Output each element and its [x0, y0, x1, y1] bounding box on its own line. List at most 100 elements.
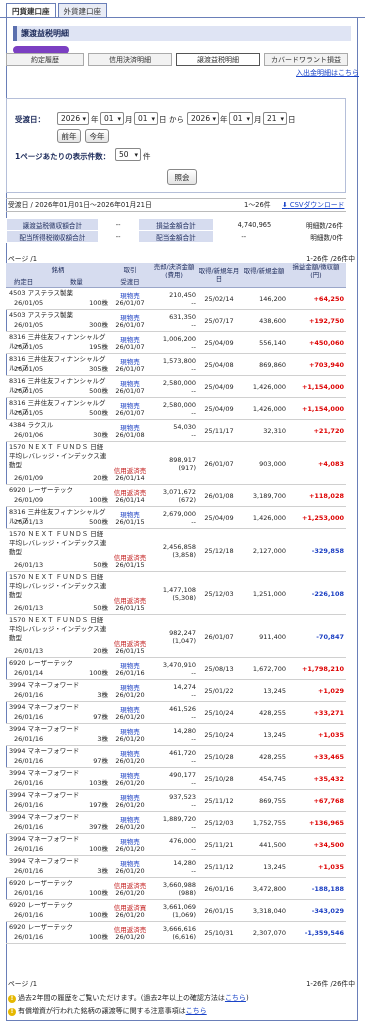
year-from-select[interactable]: 2026: [57, 112, 89, 125]
csv-download-link[interactable]: ⬇ CSVダウンロード: [282, 199, 344, 212]
delivery-date: 26/01/20: [115, 779, 145, 787]
acq-date: 26/01/16: [204, 885, 234, 893]
acq-amount: 1,251,000: [252, 589, 286, 598]
fee: --: [191, 321, 196, 329]
quantity: 97株: [93, 713, 108, 721]
cat-capital-gains-tax[interactable]: 譲渡益税明細: [176, 53, 260, 66]
table-row: 3994 マネーフォワード 26/01/16 97株 現物売 26/01/20 461,7…: [6, 746, 346, 768]
acq-date: 26/01/07: [204, 632, 234, 641]
delivery-date: 26/01/16: [115, 669, 145, 677]
per-page-select[interactable]: 50: [115, 148, 141, 161]
unit: 月: [125, 115, 133, 124]
profit-loss: -70,847: [316, 632, 344, 641]
trade-date: 26/01/14: [14, 669, 44, 677]
day-to-select[interactable]: 21: [263, 112, 287, 125]
quantity: 100株: [89, 845, 108, 853]
sell-amount: 3,661,069: [162, 903, 196, 911]
search-button[interactable]: 照会: [167, 169, 197, 185]
tab-foreign-account[interactable]: 外貨建口座: [57, 3, 107, 17]
stock-name[interactable]: 1570 ＮＥＸＴ ＦＵＮＤＳ 日経平均レバレッジ・インデックス連動型: [9, 616, 109, 642]
acq-amount: 428,255: [259, 753, 286, 761]
trade-date: 26/01/13: [14, 518, 44, 526]
delivery-date: 26/01/20: [115, 691, 145, 699]
fee: --: [191, 867, 196, 875]
acq-amount: 869,755: [259, 797, 286, 805]
fee: --: [191, 713, 196, 721]
summary-table: 譲渡益税徴収額合計 -- 損益金額合計 4,740,965 明細数/26件 配当…: [6, 218, 346, 243]
table-row: 8316 三井住友フィナンシャルグループ 26/01/05 500株 現物売 26/01…: [6, 376, 346, 398]
fee: (3,858): [172, 550, 196, 559]
sell-amount: 631,350: [169, 313, 196, 321]
table-row: 8316 三井住友フィナンシャルグループ 26/01/05 500株 現物売 26/01…: [6, 398, 346, 420]
delivery-date: 26/01/14: [115, 474, 145, 482]
this-year-button[interactable]: 今年: [85, 129, 109, 143]
month-to-select[interactable]: 01: [229, 112, 253, 125]
cat-margin-settlement[interactable]: 信用決済明細: [88, 53, 172, 66]
summary-count: 明細数/0件: [273, 230, 346, 243]
profit-loss: +1,029: [317, 687, 344, 695]
table-row: 1570 ＮＥＸＴ ＦＵＮＤＳ 日経平均レバレッジ・インデックス連動型 26/01…: [6, 529, 346, 572]
stock-name[interactable]: 1570 ＮＥＸＴ ＦＵＮＤＳ 日経平均レバレッジ・インデックス連動型: [9, 443, 109, 469]
profit-loss: +33,271: [313, 709, 344, 717]
page-count-bottom: 1-26件 /26件中: [306, 980, 355, 988]
summary-header: 配当所得税徴収額合計: [6, 230, 99, 243]
acq-amount: 3,318,040: [252, 907, 286, 915]
col-stock: 銘柄: [51, 266, 65, 274]
sell-amount: 3,470,910: [162, 661, 196, 669]
table-row: 6920 レーザーテック 26/01/09 100株 信用返済売 26/01/14 3,0…: [6, 485, 346, 507]
history-link[interactable]: こちら: [225, 994, 246, 1002]
acq-amount: 903,000: [259, 459, 286, 468]
summary-header: 譲渡益税徴収額合計: [6, 218, 99, 231]
acq-date: 25/04/09: [204, 514, 234, 522]
profit-loss: +1,035: [317, 731, 344, 739]
acq-date: 25/04/09: [204, 339, 234, 347]
cat-trade-history[interactable]: 約定履歴: [6, 53, 84, 66]
acq-amount: 13,245: [263, 731, 286, 739]
per-page-label: 1ページあたりの表示件数：: [15, 152, 111, 161]
stock-name[interactable]: 1570 ＮＥＸＴ ＦＵＮＤＳ 日経平均レバレッジ・インデックス連動型: [9, 573, 109, 599]
month-from-select[interactable]: 01: [100, 112, 124, 125]
delivery-date: 26/01/07: [115, 343, 145, 351]
tab-yen-account[interactable]: 円貨建口座: [6, 3, 56, 17]
quantity: 397株: [89, 823, 108, 831]
stock-name[interactable]: 1570 ＮＥＸＴ ＦＵＮＤＳ 日経平均レバレッジ・インデックス連動型: [9, 530, 109, 556]
table-row: 3994 マネーフォワード 26/01/16 100株 現物売 26/01/20 476,…: [6, 834, 346, 856]
day-from-select[interactable]: 01: [134, 112, 158, 125]
quantity: 100株: [89, 889, 108, 897]
delivery-date: 26/01/20: [115, 735, 145, 743]
delivery-date: 26/01/20: [115, 845, 145, 853]
acq-amount: 869,860: [259, 361, 286, 369]
acq-amount: 13,245: [263, 863, 286, 871]
sell-amount: 210,450: [169, 291, 196, 299]
acq-date: 25/04/09: [204, 383, 234, 391]
sell-amount: 1,889,720: [162, 815, 196, 823]
trade-date: 26/01/16: [14, 911, 44, 919]
table-row: 1570 ＮＥＸＴ ＦＵＮＤＳ 日経平均レバレッジ・インデックス連動型 26/01…: [6, 572, 346, 615]
delivery-date: 26/01/20: [115, 933, 145, 941]
fee: --: [191, 343, 196, 351]
summary-value: --: [97, 218, 139, 231]
fee: --: [191, 409, 196, 417]
acq-amount: 3,472,800: [252, 885, 286, 893]
result-count: 1〜26件: [244, 201, 271, 209]
fee: (5,308): [172, 593, 196, 602]
quantity: 195株: [89, 343, 108, 351]
summary-value: --: [213, 230, 275, 243]
profit-loss: -188,188: [311, 885, 344, 893]
csv-label: CSVダウンロード: [289, 201, 345, 209]
search-panel: 受渡日： 2026 年 01 月 01 日 から 2026 年 01 月 21 …: [6, 98, 346, 193]
quantity: 305株: [89, 365, 108, 373]
trade-date: 26/01/16: [14, 735, 44, 743]
table-row: 8316 三井住友フィナンシャルグループ 26/01/05 305株 現物売 26/01…: [6, 354, 346, 376]
year-to-select[interactable]: 2026: [187, 112, 219, 125]
deposit-history-link[interactable]: 入出金明細はこちら: [296, 68, 359, 78]
trade-date: 26/01/05: [14, 387, 44, 395]
fee: (988): [178, 889, 196, 897]
acq-date: 25/04/09: [204, 405, 234, 413]
cat-covered-warrant[interactable]: カバードワラント損益: [264, 53, 348, 66]
acq-date: 25/12/03: [204, 819, 234, 827]
summary-value: --: [97, 230, 139, 243]
trade-date: 26/01/16: [14, 889, 44, 897]
prev-year-button[interactable]: 前年: [57, 129, 81, 143]
notice-link[interactable]: こちら: [186, 1007, 207, 1015]
